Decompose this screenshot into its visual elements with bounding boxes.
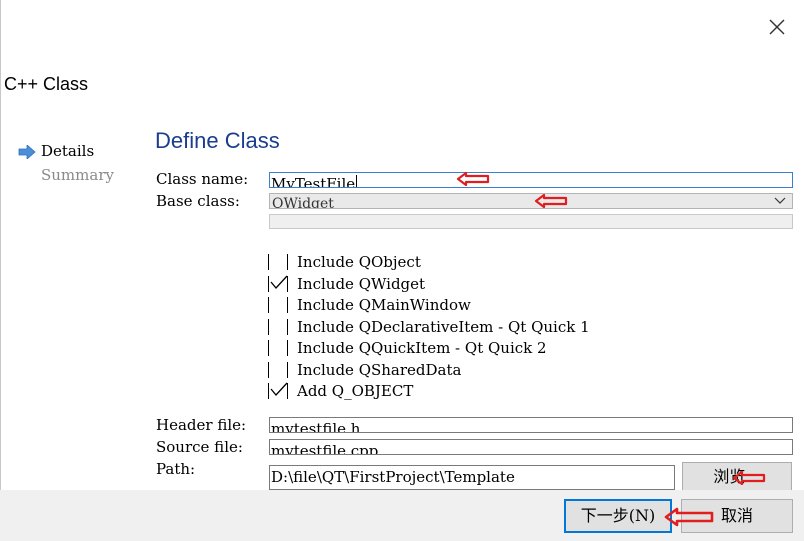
check-icon bbox=[270, 382, 288, 396]
base-class-select[interactable]: QWidget bbox=[269, 193, 793, 209]
checkbox-include-qwidget[interactable]: Include QWidget bbox=[268, 274, 425, 295]
header-file-input[interactable]: mytestfile.h bbox=[269, 417, 793, 433]
chevron-down-icon bbox=[774, 197, 786, 204]
annotation-arrow-icon bbox=[456, 172, 490, 186]
checkbox[interactable] bbox=[268, 297, 288, 313]
class-name-label: Class name: bbox=[156, 170, 249, 188]
checkbox-include-qmainwindow[interactable]: Include QMainWindow bbox=[268, 295, 471, 316]
base-class-value: QWidget bbox=[272, 196, 334, 209]
class-name-value: MyTestFile bbox=[271, 175, 356, 188]
source-file-input[interactable]: mytestfile.cpp bbox=[269, 439, 793, 455]
annotation-arrow-icon bbox=[732, 471, 766, 485]
annotation-arrow-icon bbox=[664, 507, 714, 527]
path-input[interactable]: D:\file\QT\FirstProject\Template bbox=[269, 465, 675, 490]
arrow-right-icon bbox=[18, 144, 36, 163]
checkbox-add-q-object[interactable]: Add Q_OBJECT bbox=[268, 381, 413, 402]
checkbox[interactable] bbox=[268, 275, 288, 292]
sidebar-item-details[interactable]: Details bbox=[41, 142, 94, 160]
close-button[interactable] bbox=[760, 10, 794, 44]
sidebar-item-summary[interactable]: Summary bbox=[41, 166, 114, 184]
checkbox-include-qdeclarativeitem[interactable]: Include QDeclarativeItem - Qt Quick 1 bbox=[268, 317, 590, 338]
source-file-label: Source file: bbox=[156, 438, 243, 456]
checkbox[interactable] bbox=[268, 382, 288, 399]
checkbox[interactable] bbox=[268, 319, 288, 335]
page-title: Define Class bbox=[155, 128, 280, 153]
checkbox-include-qobject[interactable]: Include QObject bbox=[268, 252, 421, 273]
checkbox-include-qquickitem[interactable]: Include QQuickItem - Qt Quick 2 bbox=[268, 338, 547, 359]
base-class-label: Base class: bbox=[156, 192, 240, 210]
checkbox[interactable] bbox=[268, 362, 288, 378]
next-button[interactable]: 下一步(N) bbox=[564, 499, 672, 533]
header-file-label: Header file: bbox=[156, 416, 247, 434]
checkbox[interactable] bbox=[268, 340, 288, 356]
check-icon bbox=[270, 275, 288, 289]
window-title: C++ Class bbox=[4, 74, 89, 94]
close-icon bbox=[769, 19, 785, 35]
class-name-input[interactable]: MyTestFile bbox=[269, 172, 793, 188]
type-information-field bbox=[269, 214, 793, 229]
annotation-arrow-icon bbox=[534, 194, 568, 208]
window-left-border bbox=[0, 0, 1, 541]
checkbox[interactable] bbox=[268, 254, 288, 270]
path-label: Path: bbox=[156, 460, 196, 478]
checkbox-include-qshareddata[interactable]: Include QSharedData bbox=[268, 360, 461, 381]
